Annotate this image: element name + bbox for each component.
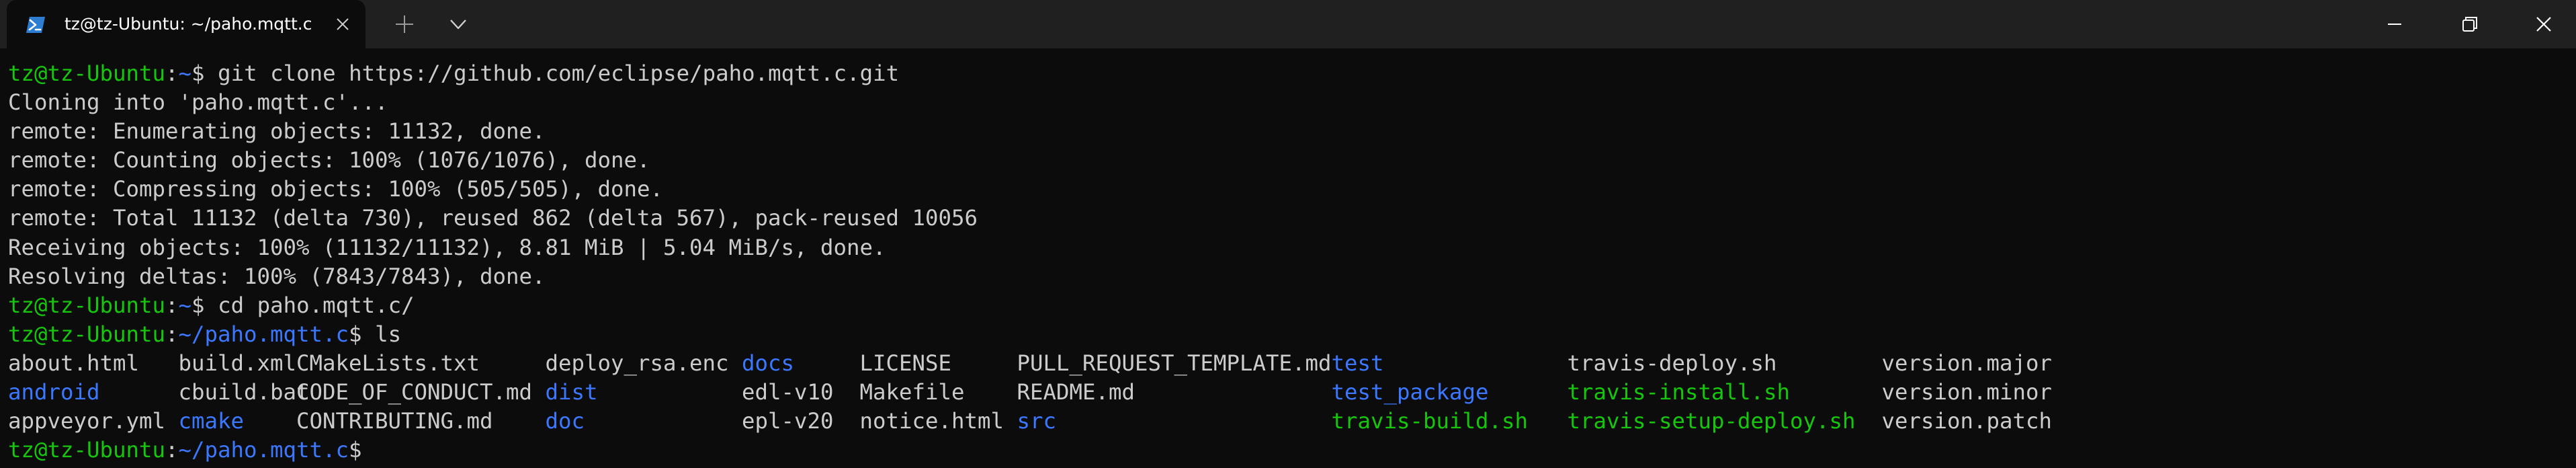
output-line: remote: Compressing objects: 100% (505/5…: [8, 175, 2052, 204]
ls-directory: test_package: [1331, 379, 1489, 405]
ls-file: cbuild.bat: [178, 379, 310, 405]
prompt-path: ~: [178, 61, 192, 86]
prompt-user: tz@tz-Ubuntu: [8, 292, 166, 318]
ls-file: version.major: [1881, 350, 2053, 376]
ls-row: about.html build.xmlCMakeLists.txt deploy_…: [8, 349, 2052, 378]
prompt-separator: :: [165, 61, 179, 86]
output-text: Cloning into 'paho.mqtt.c'...: [8, 89, 388, 116]
prompt-line: tz@tz-Ubuntu:~$ git clone https://github…: [8, 59, 2052, 88]
prompt-separator: :: [165, 292, 179, 318]
ls-row: appveyor.yml cmake CONTRIBUTING.md doc epl-v…: [8, 407, 2052, 436]
command-text: ls: [361, 321, 402, 347]
tab-title: tz@tz-Ubuntu: ~/paho.mqtt.c: [65, 14, 312, 34]
prompt-line: tz@tz-Ubuntu:~$ cd paho.mqtt.c/: [8, 291, 2052, 320]
output-line: remote: Counting objects: 100% (1076/107…: [8, 146, 2052, 175]
ls-directory: doc: [545, 408, 585, 434]
output-text: remote: Compressing objects: 100% (505/5…: [8, 176, 664, 202]
ls-file: version.minor: [1881, 379, 2053, 405]
prompt-symbol: $: [349, 321, 362, 347]
title-bar: tz@tz-Ubuntu: ~/paho.mqtt.c: [0, 0, 2576, 48]
ls-executable: travis-install.sh: [1567, 379, 1791, 405]
prompt-symbol: $: [191, 292, 205, 318]
prompt-path: ~/paho.mqtt.c: [178, 321, 349, 347]
ls-file: CONTRIBUTING.md: [296, 408, 493, 434]
ls-directory: test: [1331, 350, 1384, 376]
ls-row: android cbuild.batCODE_OF_CONDUCT.md dist e…: [8, 378, 2052, 407]
output-line: Receiving objects: 100% (11132/11132), 8…: [8, 233, 2052, 262]
ls-file: version.patch: [1881, 408, 2053, 434]
ls-directory: src: [1017, 408, 1057, 434]
terminal-pane[interactable]: tz@tz-Ubuntu:~$ git clone https://github…: [0, 48, 2576, 468]
terminal-output: tz@tz-Ubuntu:~$ git clone https://github…: [8, 59, 2052, 465]
prompt-line: tz@tz-Ubuntu:~/paho.mqtt.c$ ls: [8, 320, 2052, 349]
ls-file: deploy_rsa.enc: [545, 350, 729, 376]
ls-executable: travis-build.sh: [1331, 408, 1529, 434]
output-text: remote: Counting objects: 100% (1076/107…: [8, 147, 650, 173]
prompt-symbol: $: [349, 437, 362, 463]
ls-file: CODE_OF_CONDUCT.md: [296, 379, 533, 405]
ls-directory: cmake: [178, 408, 245, 434]
output-text: Resolving deltas: 100% (7843/7843), done…: [8, 263, 546, 289]
minimize-icon[interactable]: [2381, 11, 2408, 38]
prompt-path: ~: [178, 292, 192, 318]
prompt-path: ~/paho.mqtt.c: [178, 437, 349, 463]
output-line: remote: Total 11132 (delta 730), reused …: [8, 204, 2052, 233]
output-line: Resolving deltas: 100% (7843/7843), done…: [8, 262, 2052, 291]
output-line: remote: Enumerating objects: 11132, done…: [8, 117, 2052, 146]
ls-directory: docs: [742, 350, 795, 376]
ls-file: build.xml: [178, 350, 297, 376]
prompt-user: tz@tz-Ubuntu: [8, 437, 166, 463]
tab-close-icon[interactable]: [332, 13, 353, 35]
ls-file: appveyor.yml: [8, 408, 166, 434]
prompt-separator: :: [165, 321, 179, 347]
prompt-line: tz@tz-Ubuntu:~/paho.mqtt.c$: [8, 436, 2052, 465]
ls-file: edl-v10: [742, 379, 834, 405]
ls-file: notice.html: [859, 408, 1004, 434]
output-text: Receiving objects: 100% (11132/11132), 8…: [8, 234, 886, 260]
terminal-tab[interactable]: tz@tz-Ubuntu: ~/paho.mqtt.c: [7, 0, 366, 48]
window-close-icon[interactable]: [2529, 9, 2559, 39]
terminal-window: tz@tz-Ubuntu: ~/paho.mqtt.c tz@tz-Ubuntu…: [0, 0, 2576, 468]
ls-file: README.md: [1017, 379, 1135, 405]
chevron-down-icon[interactable]: [446, 12, 470, 36]
ls-file: CMakeLists.txt: [296, 350, 480, 376]
ls-file: about.html: [8, 350, 140, 376]
command-text: git clone https://github.com/eclipse/pah…: [204, 61, 900, 86]
ls-directory: android: [8, 379, 100, 405]
ls-directory: dist: [545, 379, 598, 405]
prompt-user: tz@tz-Ubuntu: [8, 61, 166, 86]
prompt-separator: :: [165, 437, 179, 463]
ls-file: Makefile: [859, 379, 965, 405]
restore-icon[interactable]: [2456, 11, 2483, 38]
ls-executable: travis-setup-deploy.sh: [1567, 408, 1856, 434]
output-text: remote: Enumerating objects: 11132, done…: [8, 118, 546, 145]
output-text: remote: Total 11132 (delta 730), reused …: [8, 205, 978, 231]
prompt-symbol: $: [191, 61, 205, 86]
powershell-icon: [26, 15, 46, 35]
output-line: Cloning into 'paho.mqtt.c'...: [8, 88, 2052, 117]
ls-file: travis-deploy.sh: [1567, 350, 1777, 376]
ls-file: epl-v20: [742, 408, 834, 434]
prompt-user: tz@tz-Ubuntu: [8, 321, 166, 347]
new-tab-plus-icon[interactable]: [392, 12, 417, 36]
ls-file: LICENSE: [859, 350, 952, 376]
command-text: cd paho.mqtt.c/: [204, 292, 415, 318]
ls-file: PULL_REQUEST_TEMPLATE.md: [1017, 350, 1332, 376]
